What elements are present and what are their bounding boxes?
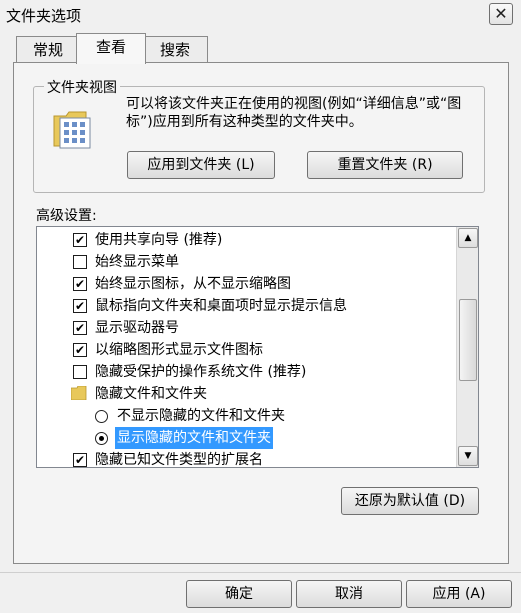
setting-group-label: 隐藏文件和文件夹	[95, 386, 207, 402]
setting-label: 不显示隐藏的文件和文件夹	[117, 408, 285, 424]
apply-to-folders-label: 应用到文件夹 (L)	[147, 157, 255, 173]
folder-options-dialog: 文件夹选项 ✕ 常规 查看 搜索 文件夹视图 可以将该文件夹正在使用的视图(例如…	[0, 0, 521, 613]
setting-row[interactable]: ✔ 鼠标指向文件夹和桌面项时显示提示信息	[37, 295, 457, 317]
setting-label: 隐藏受保护的操作系统文件 (推荐)	[95, 364, 307, 380]
checkbox[interactable]: ✔	[73, 343, 87, 357]
radio-dot	[99, 436, 104, 441]
ok-label: 确定	[225, 586, 253, 602]
checkbox[interactable]: ✔	[73, 453, 87, 467]
setting-label: 以缩略图形式显示文件图标	[95, 342, 263, 358]
checkbox[interactable]: ✔	[73, 299, 87, 313]
scroll-up-button[interactable]: ▲	[458, 228, 478, 248]
folder-views-description: 可以将该文件夹正在使用的视图(例如“详细信息”或“图标”)应用到所有这种类型的文…	[126, 96, 462, 130]
folder-icon	[71, 386, 87, 400]
scroll-thumb[interactable]	[459, 299, 477, 381]
setting-label: 鼠标指向文件夹和桌面项时显示提示信息	[95, 298, 347, 314]
tab-general[interactable]: 常规	[16, 36, 80, 63]
reset-folders-label: 重置文件夹 (R)	[337, 157, 433, 173]
setting-row[interactable]: 显示隐藏的文件和文件夹	[37, 427, 457, 449]
restore-defaults-button[interactable]: 还原为默认值 (D)	[341, 487, 479, 515]
setting-row[interactable]: ✔ 以缩略图形式显示文件图标	[37, 339, 457, 361]
setting-row[interactable]: ✔ 使用共享向导 (推荐)	[37, 229, 457, 251]
folder-view-icon	[53, 111, 91, 149]
setting-row[interactable]: 始终显示菜单	[37, 251, 457, 273]
apply-button[interactable]: 应用 (A)	[406, 580, 512, 608]
setting-row[interactable]: 隐藏受保护的操作系统文件 (推荐)	[37, 361, 457, 383]
setting-label: 显示驱动器号	[95, 320, 179, 336]
setting-label-selected: 显示隐藏的文件和文件夹	[115, 427, 273, 449]
restore-defaults-label: 还原为默认值 (D)	[354, 493, 466, 509]
tab-search[interactable]: 搜索	[142, 36, 208, 63]
footer-separator	[0, 572, 521, 573]
setting-label: 使用共享向导 (推荐)	[95, 232, 223, 248]
setting-label: 隐藏已知文件类型的扩展名	[95, 452, 263, 468]
apply-to-folders-button[interactable]: 应用到文件夹 (L)	[127, 151, 275, 179]
reset-folders-button[interactable]: 重置文件夹 (R)	[307, 151, 463, 179]
apply-label: 应用 (A)	[432, 586, 486, 602]
setting-row[interactable]: 不显示隐藏的文件和文件夹	[37, 405, 457, 427]
setting-group-row: 隐藏文件和文件夹	[37, 383, 457, 405]
setting-row[interactable]: ✔ 隐藏已知文件类型的扩展名	[37, 449, 457, 468]
checkbox[interactable]	[73, 255, 87, 269]
cancel-label: 取消	[335, 586, 363, 602]
title-bar: 文件夹选项 ✕	[0, 0, 521, 30]
folder-views-title: 文件夹视图	[44, 77, 120, 97]
setting-label: 始终显示图标，从不显示缩略图	[95, 276, 291, 292]
tab-search-label: 搜索	[159, 41, 190, 59]
tab-general-label: 常规	[32, 41, 63, 59]
cancel-button[interactable]: 取消	[296, 580, 402, 608]
checkbox[interactable]: ✔	[73, 321, 87, 335]
vertical-scrollbar[interactable]: ▲ ▼	[456, 227, 478, 467]
scroll-down-button[interactable]: ▼	[458, 446, 478, 466]
window-title: 文件夹选项	[6, 7, 82, 25]
setting-label: 始终显示菜单	[95, 254, 179, 270]
setting-row[interactable]: ✔ 始终显示图标，从不显示缩略图	[37, 273, 457, 295]
ok-button[interactable]: 确定	[186, 580, 292, 608]
checkbox[interactable]: ✔	[73, 277, 87, 291]
radio-button[interactable]	[95, 410, 108, 423]
close-button[interactable]: ✕	[489, 3, 513, 25]
checkbox[interactable]	[73, 365, 87, 379]
advanced-settings-list[interactable]: ✔ 使用共享向导 (推荐) 始终显示菜单 ✔ 始终显示图标，从不显示缩略图 ✔ …	[36, 226, 479, 468]
advanced-settings-label: 高级设置:	[36, 208, 97, 224]
radio-button-selected[interactable]	[95, 432, 108, 445]
tab-view-label: 查看	[95, 38, 126, 56]
tab-view[interactable]: 查看	[76, 33, 146, 64]
checkbox[interactable]: ✔	[73, 233, 87, 247]
setting-row[interactable]: ✔ 显示驱动器号	[37, 317, 457, 339]
